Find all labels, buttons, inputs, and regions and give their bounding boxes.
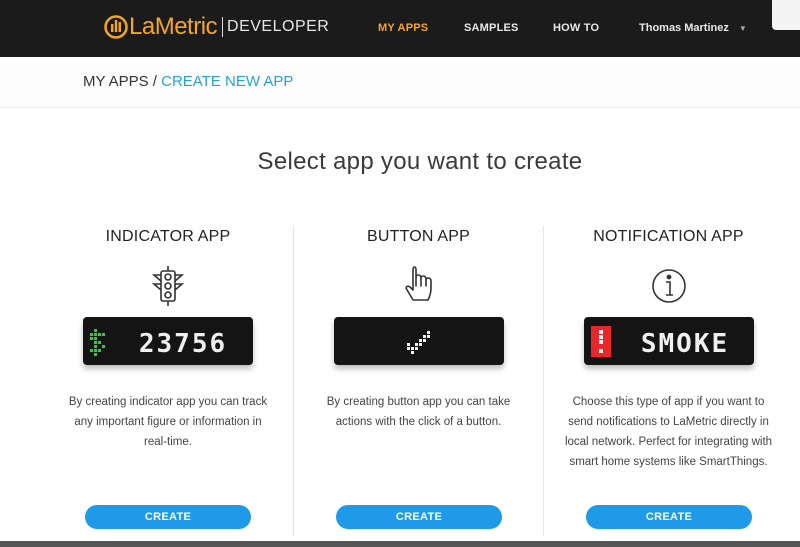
user-menu[interactable]: Thomas Martinez ▼ xyxy=(639,22,747,34)
display-text: SMOKE xyxy=(641,329,729,359)
breadcrumb-bar: MY APPS / CREATE NEW APP xyxy=(0,57,800,108)
top-navigation-bar: LaMetric DEVELOPER MY APPS SAMPLES HOW T… xyxy=(0,0,800,57)
card-description: Choose this type of app if you want to s… xyxy=(564,396,773,468)
card-title: BUTTON APP xyxy=(366,228,471,245)
logo-subtext: DEVELOPER xyxy=(227,18,330,35)
traffic-light-icon xyxy=(151,266,185,306)
lametric-developer-logo[interactable]: LaMetric DEVELOPER xyxy=(104,9,329,45)
create-indicator-app-button[interactable]: CREATE xyxy=(85,505,251,529)
card-description: By creating button app you can take acti… xyxy=(326,396,511,428)
exclamation-icon xyxy=(599,330,603,353)
nav-how-to[interactable]: HOW TO xyxy=(553,22,599,34)
logo-bars-icon xyxy=(104,15,128,39)
notification-app-card: NOTIFICATION APP SMOKE Choose this type … xyxy=(543,226,793,536)
checkmark-icon xyxy=(407,331,430,354)
window-bottom-edge xyxy=(0,541,800,547)
user-name: Thomas Martinez xyxy=(639,22,729,34)
info-circle-icon xyxy=(652,269,686,303)
display-text: 23756 xyxy=(139,329,227,359)
card-title: INDICATOR APP xyxy=(105,228,231,245)
dollar-icon xyxy=(90,329,105,356)
display-pixels: SMOKE xyxy=(591,326,729,359)
window-corner xyxy=(772,0,800,30)
lametric-device-display: SMOKE xyxy=(584,317,754,365)
nav-samples[interactable]: SAMPLES xyxy=(464,22,519,34)
create-notification-app-button[interactable]: CREATE xyxy=(586,505,752,529)
triangle-down-icon: ▼ xyxy=(738,23,747,33)
logo-text: LaMetric xyxy=(129,13,218,40)
breadcrumb: MY APPS / CREATE NEW APP xyxy=(83,73,293,90)
breadcrumb-create-new-app[interactable]: CREATE NEW APP xyxy=(161,73,293,90)
lametric-device-display xyxy=(334,317,504,365)
nav-my-apps[interactable]: MY APPS xyxy=(378,22,428,34)
lametric-device-display: 23756 xyxy=(83,317,253,365)
pointing-hand-icon xyxy=(405,266,432,301)
card-description: By creating indicator app you can track … xyxy=(68,396,268,448)
card-title: NOTIFICATION APP xyxy=(593,228,744,245)
create-button-app-button[interactable]: CREATE xyxy=(336,505,502,529)
display-pixels xyxy=(407,331,430,354)
page-title: Select app you want to create xyxy=(257,148,583,175)
breadcrumb-separator: / xyxy=(148,73,162,90)
logo-divider xyxy=(222,17,224,37)
indicator-app-card: INDICATOR APP 23756 By creating indicato… xyxy=(43,226,293,536)
button-app-card: BUTTON APP By creating button app you ca… xyxy=(293,226,543,536)
breadcrumb-my-apps[interactable]: MY APPS xyxy=(83,73,149,90)
display-pixels: 23756 xyxy=(90,329,227,359)
